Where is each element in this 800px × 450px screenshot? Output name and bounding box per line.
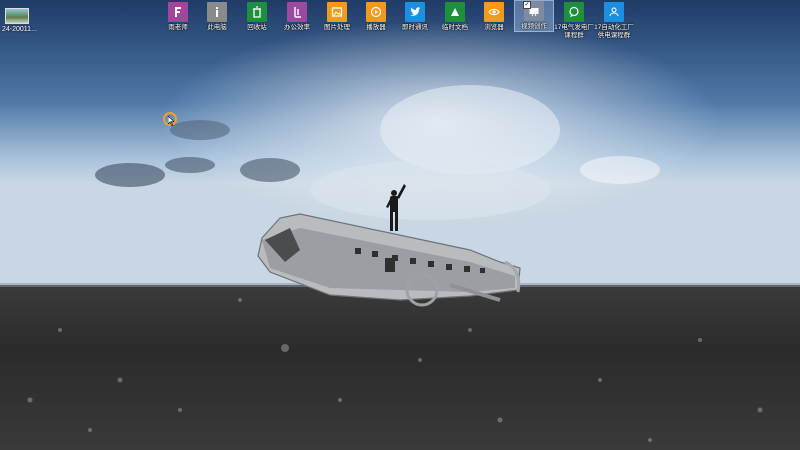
shortcut-label: 视频创作 <box>521 23 547 30</box>
desktop-shortcut-teacher[interactable]: 雨老师 <box>158 2 198 32</box>
desktop-wallpaper <box>0 0 800 450</box>
shortcut-label: 即时通讯 <box>402 24 428 31</box>
shortcut-label: 办公效率 <box>284 24 310 31</box>
desktop-shortcut-video-creation[interactable]: ✓ 视频创作 <box>514 0 554 32</box>
desktop-shortcut-power-course-group[interactable]: 17电气发电厂课程群 <box>553 2 595 40</box>
form-icon <box>168 2 188 22</box>
shortcut-label: 回收站 <box>247 24 267 31</box>
twitter-icon <box>405 2 425 22</box>
checkbox-icon[interactable]: ✓ <box>523 1 531 9</box>
shortcut-label: 播放器 <box>366 24 386 31</box>
shortcut-label: 17自动化工厂供电课程群 <box>594 24 634 39</box>
player-icon <box>366 2 386 22</box>
chat-icon <box>564 2 584 22</box>
shortcut-label: 临时文档 <box>442 24 468 31</box>
desktop-shortcut-temp-docs[interactable]: 临时文档 <box>435 2 475 32</box>
desktop-shortcut-office[interactable]: 办公效率 <box>277 2 317 32</box>
desktop-shortcut-player[interactable]: 播放器 <box>356 2 396 32</box>
mouse-cursor-icon <box>168 116 175 126</box>
office-icon <box>287 2 307 22</box>
desktop-shortcut-this-pc[interactable]: 此电脑 <box>197 2 237 32</box>
image-icon <box>327 2 347 22</box>
desktop-shortcut-im[interactable]: 即时通讯 <box>395 2 435 32</box>
eye-icon <box>484 2 504 22</box>
shortcut-label: 浏览器 <box>484 24 504 31</box>
shortcut-label: 17电气发电厂课程群 <box>554 24 594 39</box>
shortcut-label: 雨老师 <box>168 24 188 31</box>
image-file-thumbnail-icon <box>5 8 29 24</box>
shortcut-label: 此电脑 <box>207 24 227 31</box>
desktop-file-icon[interactable]: 24-20011... <box>2 8 42 33</box>
recycle-icon <box>247 2 267 22</box>
shortcut-label: 图片处理 <box>324 24 350 31</box>
desktop-shortcut-browser[interactable]: 浏览器 <box>474 2 514 32</box>
desktop-shortcut-recycle-bin[interactable]: 回收站 <box>237 2 277 32</box>
group-icon <box>604 2 624 22</box>
triangle-icon <box>445 2 465 22</box>
desktop-file-label: 24-20011... <box>2 26 37 33</box>
info-icon <box>207 2 227 22</box>
desktop-shortcut-image-processing[interactable]: 图片处理 <box>317 2 357 32</box>
desktop-shortcut-automation-course-group[interactable]: 17自动化工厂供电课程群 <box>594 2 634 40</box>
